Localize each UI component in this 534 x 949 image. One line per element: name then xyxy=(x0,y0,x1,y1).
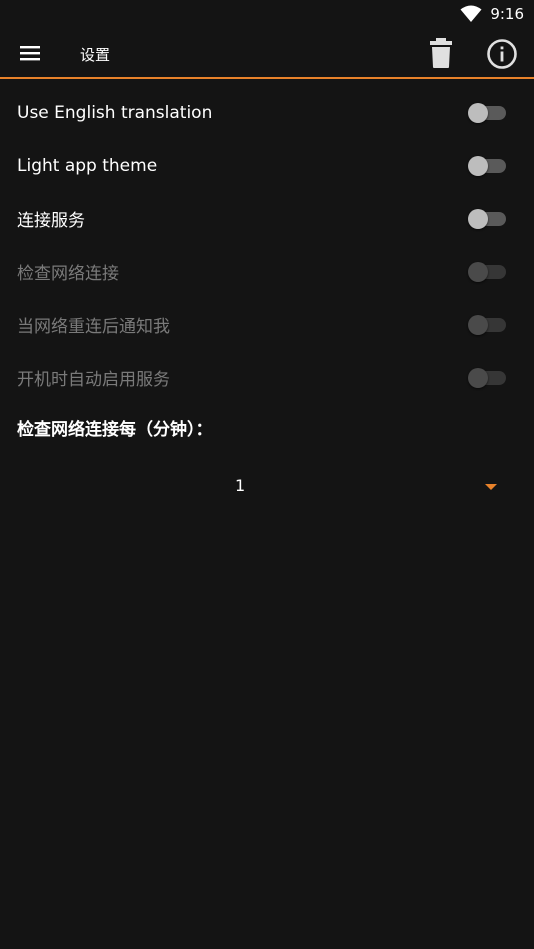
setting-row-light-theme[interactable]: Light app theme xyxy=(0,139,534,192)
info-icon xyxy=(487,39,517,69)
notify-reconnect-toggle xyxy=(468,315,506,335)
setting-label: 开机时自动启用服务 xyxy=(17,370,170,390)
interval-value: 1 xyxy=(235,476,246,495)
interval-label: 检查网络连接每（分钟）： xyxy=(17,420,213,440)
light-theme-toggle[interactable] xyxy=(468,156,506,176)
setting-label: 当网络重连后通知我 xyxy=(17,317,170,337)
toggle-thumb xyxy=(468,368,488,388)
delete-button[interactable] xyxy=(426,36,458,70)
setting-label: Use English translation xyxy=(17,102,213,123)
setting-label: Light app theme xyxy=(17,155,158,176)
toggle-thumb xyxy=(468,103,488,123)
connect-service-toggle[interactable] xyxy=(468,209,506,229)
start-on-boot-toggle xyxy=(468,368,506,388)
setting-row-connect-service[interactable]: 连接服务 xyxy=(0,192,534,245)
setting-row-english[interactable]: Use English translation xyxy=(0,86,534,139)
wifi-icon xyxy=(460,5,482,22)
setting-row-check-network: 检查网络连接 xyxy=(0,245,534,298)
toggle-thumb xyxy=(468,156,488,176)
setting-label: 检查网络连接 xyxy=(17,264,119,284)
dropdown-arrow-icon xyxy=(485,484,497,490)
status-time: 9:16 xyxy=(490,5,524,23)
setting-row-notify-reconnect: 当网络重连后通知我 xyxy=(0,298,534,351)
settings-list: Use English translation Light app theme … xyxy=(0,86,534,404)
check-network-toggle xyxy=(468,262,506,282)
toggle-thumb xyxy=(468,262,488,282)
info-button[interactable] xyxy=(485,37,519,71)
delete-icon xyxy=(430,38,452,68)
menu-icon xyxy=(20,46,40,61)
setting-label: 连接服务 xyxy=(17,211,85,231)
page-title: 设置 xyxy=(80,46,111,64)
english-toggle[interactable] xyxy=(468,103,506,123)
status-bar: 9:16 xyxy=(0,0,534,28)
setting-row-start-on-boot: 开机时自动启用服务 xyxy=(0,351,534,404)
app-bar-divider xyxy=(0,77,534,79)
menu-button[interactable] xyxy=(17,40,45,66)
toggle-thumb xyxy=(468,209,488,229)
status-right: 9:16 xyxy=(460,4,524,24)
app-bar: 设置 xyxy=(0,28,534,78)
toggle-thumb xyxy=(468,315,488,335)
interval-dropdown[interactable]: 1 xyxy=(0,466,534,506)
